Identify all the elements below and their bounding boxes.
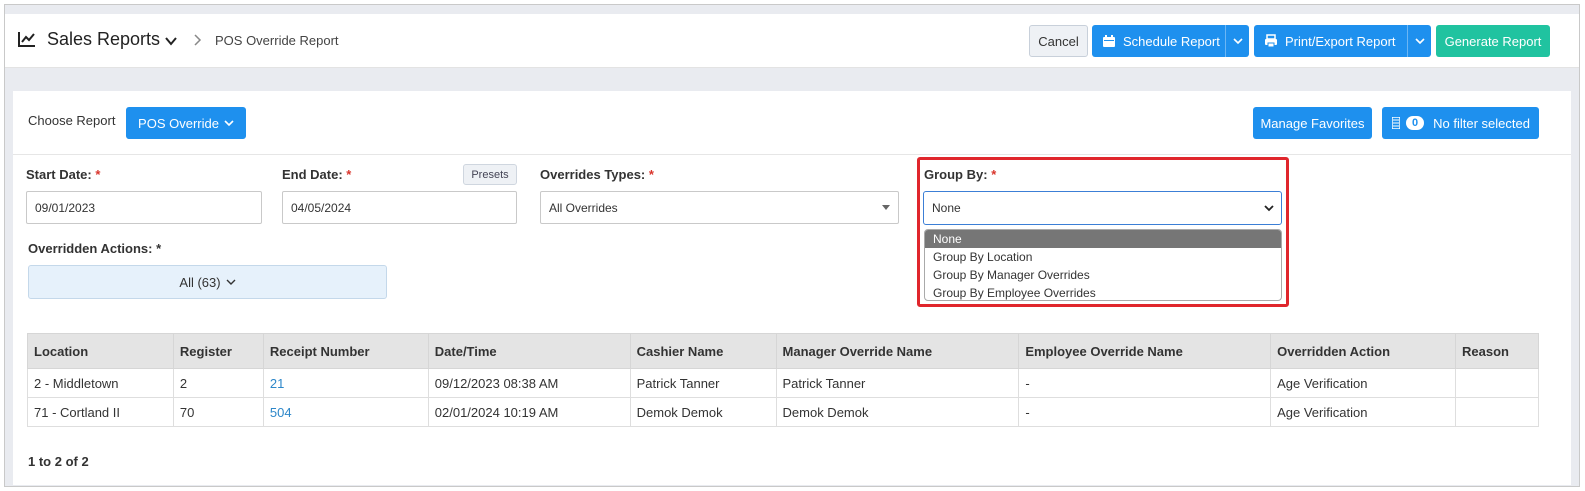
table-cell: 09/12/2023 08:38 AM — [427, 368, 631, 398]
report-card: Choose Report POS Override Manage Favori… — [13, 91, 1571, 485]
column-header[interactable]: Manager Override Name — [775, 333, 1020, 369]
report-type-dropdown[interactable]: POS Override — [126, 107, 246, 139]
override-types-label: Overrides Types: * — [540, 167, 654, 182]
table-cell: Age Verification — [1270, 368, 1456, 398]
required-marker: * — [648, 167, 654, 182]
cancel-button[interactable]: Cancel — [1029, 25, 1088, 57]
filter-label: No filter selected — [1433, 115, 1530, 131]
start-date-input[interactable]: 09/01/2023 — [26, 191, 262, 224]
overridden-actions-value: All (63) — [179, 274, 221, 290]
override-types-select[interactable]: All Overrides — [540, 191, 899, 224]
highlight-box — [917, 157, 1289, 307]
report-table: Location Register Receipt Number Date/Ti… — [27, 333, 1540, 427]
table-cell: Demok Demok — [629, 397, 777, 427]
schedule-report-button[interactable]: Schedule Report — [1092, 25, 1249, 57]
schedule-report-label: Schedule Report — [1123, 33, 1220, 49]
table-cell: 2 - Middletown — [27, 368, 174, 398]
caret-down-icon — [882, 205, 890, 210]
report-toolbar: Choose Report POS Override Manage Favori… — [13, 91, 1571, 155]
chevron-down-icon — [1414, 38, 1425, 45]
overridden-actions-dropdown[interactable]: All (63) — [28, 265, 387, 299]
column-header[interactable]: Register — [172, 333, 264, 369]
table-cell: Patrick Tanner — [775, 368, 1020, 398]
table-row: 2 - Middletown 2 21 09/12/2023 08:38 AM … — [27, 368, 1540, 398]
top-header: Sales Reports POS Override Report Cancel… — [5, 14, 1579, 68]
breadcrumb-current: POS Override Report — [215, 33, 339, 48]
manage-favorites-button[interactable]: Manage Favorites — [1253, 107, 1372, 139]
table-cell: 02/01/2024 10:19 AM — [427, 397, 631, 427]
table-row: 71 - Cortland II 70 504 02/01/2024 10:19… — [27, 397, 1540, 427]
pagination-summary: 1 to 2 of 2 — [28, 454, 89, 469]
filter-button[interactable]: 0 No filter selected — [1382, 107, 1539, 139]
column-header[interactable]: Receipt Number — [262, 333, 429, 369]
table-cell: Patrick Tanner — [629, 368, 777, 398]
table-cell: - — [1018, 397, 1272, 427]
end-date-label: End Date: * — [282, 167, 351, 182]
chevron-down-icon — [1232, 38, 1243, 45]
table-cell: Age Verification — [1270, 397, 1456, 427]
chevron-down-icon — [226, 279, 236, 285]
end-date-label-text: End Date: — [282, 167, 343, 182]
filter-list-icon — [1392, 117, 1400, 129]
receipt-link[interactable]: 21 — [270, 376, 284, 391]
table-header-row: Location Register Receipt Number Date/Ti… — [27, 333, 1540, 369]
table-cell: Demok Demok — [775, 397, 1020, 427]
required-marker: * — [156, 241, 162, 256]
column-header[interactable]: Cashier Name — [629, 333, 777, 369]
table-cell: 70 — [172, 397, 264, 427]
column-header[interactable]: Date/Time — [427, 333, 631, 369]
print-dropdown-toggle[interactable] — [1407, 25, 1431, 57]
required-marker: * — [346, 167, 352, 182]
printer-icon — [1265, 34, 1277, 48]
start-date-label: Start Date: * — [26, 167, 100, 182]
table-cell — [1454, 368, 1540, 398]
column-header[interactable]: Reason — [1454, 333, 1540, 369]
column-header[interactable]: Employee Override Name — [1018, 333, 1272, 369]
chevron-down-icon — [224, 120, 234, 127]
report-type-label: POS Override — [138, 115, 219, 131]
table-cell: 504 — [262, 397, 429, 427]
receipt-link[interactable]: 504 — [270, 405, 292, 420]
table-cell: 71 - Cortland II — [27, 397, 174, 427]
filter-count-badge: 0 — [1406, 116, 1425, 130]
print-export-label: Print/Export Report — [1285, 33, 1396, 49]
column-header[interactable]: Overridden Action — [1270, 333, 1456, 369]
table-cell: 21 — [262, 368, 429, 398]
table-cell: 2 — [172, 368, 264, 398]
line-chart-icon — [18, 32, 35, 47]
start-date-label-text: Start Date: — [26, 167, 92, 182]
generate-report-button[interactable]: Generate Report — [1436, 25, 1550, 57]
end-date-input[interactable]: 04/05/2024 — [282, 191, 517, 224]
override-types-value: All Overrides — [549, 200, 618, 215]
choose-report-label: Choose Report — [28, 113, 116, 128]
overridden-actions-label-text: Overridden Actions: — [28, 241, 153, 256]
required-marker: * — [95, 167, 101, 182]
presets-button[interactable]: Presets — [463, 164, 517, 185]
schedule-dropdown-toggle[interactable] — [1225, 25, 1249, 57]
chevron-down-icon[interactable] — [164, 34, 178, 48]
table-cell: - — [1018, 368, 1272, 398]
table-cell — [1454, 397, 1540, 427]
chevron-right-icon — [194, 34, 202, 46]
print-export-button[interactable]: Print/Export Report — [1254, 25, 1431, 57]
page-title[interactable]: Sales Reports — [47, 29, 160, 50]
column-header[interactable]: Location — [27, 333, 174, 369]
override-types-label-text: Overrides Types: — [540, 167, 646, 182]
calendar-icon — [1103, 35, 1115, 47]
overridden-actions-label: Overridden Actions: * — [28, 241, 161, 256]
